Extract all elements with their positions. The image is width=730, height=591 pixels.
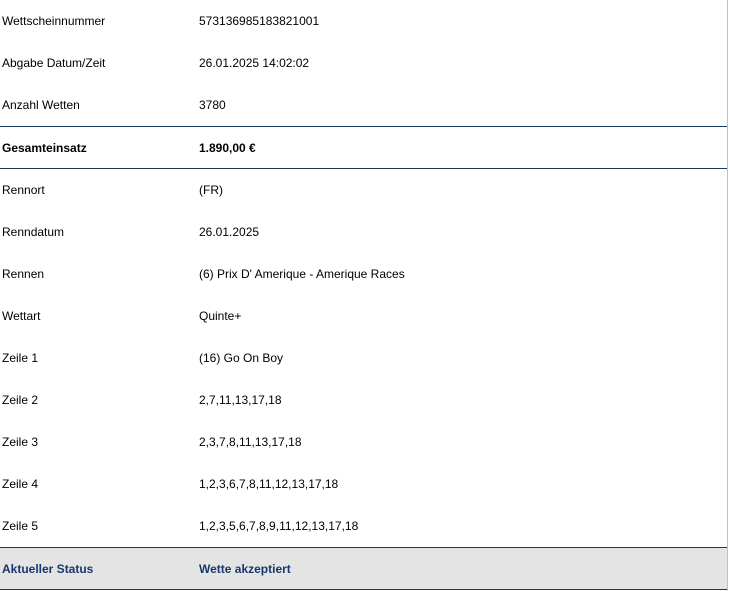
line-1-value: (16) Go On Boy [199, 351, 284, 365]
row-ticket-number: Wettscheinnummer 573136985183821001 [0, 0, 727, 42]
row-line-3: Zeile 3 2,3,7,8,11,13,17,18 [0, 421, 727, 463]
line-3-value: 2,3,7,8,11,13,17,18 [199, 435, 302, 449]
race-date-value: 26.01.2025 [199, 225, 260, 239]
row-total-stake: Gesamteinsatz 1.890,00 € [0, 126, 727, 169]
race-venue-label: Rennort [2, 183, 45, 197]
row-line-4: Zeile 4 1,2,3,6,7,8,11,12,13,17,18 [0, 463, 727, 505]
ticket-number-value: 573136985183821001 [199, 14, 320, 28]
bet-count-value: 3780 [199, 98, 226, 112]
row-race-date: Renndatum 26.01.2025 [0, 211, 727, 253]
row-current-status: Aktueller Status Wette akzeptiert [0, 547, 727, 590]
current-status-value: Wette akzeptiert [199, 561, 291, 576]
ticket-number-label: Wettscheinnummer [2, 14, 106, 28]
bet-type-value: Quinte+ [199, 309, 242, 323]
line-1-label: Zeile 1 [2, 351, 39, 365]
race-date-label: Renndatum [2, 225, 65, 239]
submission-datetime-label: Abgabe Datum/Zeit [2, 56, 106, 70]
bet-ticket-details: Wettscheinnummer 573136985183821001 Abga… [0, 0, 728, 591]
race-label: Rennen [2, 267, 45, 281]
total-stake-value: 1.890,00 € [199, 140, 256, 155]
row-line-1: Zeile 1 (16) Go On Boy [0, 337, 727, 379]
line-5-value: 1,2,3,5,6,7,8,9,11,12,13,17,18 [199, 519, 359, 533]
row-line-2: Zeile 2 2,7,11,13,17,18 [0, 379, 727, 421]
line-2-label: Zeile 2 [2, 393, 39, 407]
current-status-label: Aktueller Status [2, 561, 94, 576]
race-venue-value: (FR) [199, 183, 223, 197]
row-submission-datetime: Abgabe Datum/Zeit 26.01.2025 14:02:02 [0, 42, 727, 84]
row-bet-count: Anzahl Wetten 3780 [0, 84, 727, 126]
row-race: Rennen (6) Prix D' Amerique - Amerique R… [0, 253, 727, 295]
line-5-label: Zeile 5 [2, 519, 39, 533]
row-line-5: Zeile 5 1,2,3,5,6,7,8,9,11,12,13,17,18 [0, 505, 727, 547]
line-4-label: Zeile 4 [2, 477, 39, 491]
line-2-value: 2,7,11,13,17,18 [199, 393, 282, 407]
total-stake-label: Gesamteinsatz [2, 140, 87, 155]
line-3-label: Zeile 3 [2, 435, 39, 449]
bet-count-label: Anzahl Wetten [2, 98, 80, 112]
row-bet-type: Wettart Quinte+ [0, 295, 727, 337]
line-4-value: 1,2,3,6,7,8,11,12,13,17,18 [199, 477, 339, 491]
submission-datetime-value: 26.01.2025 14:02:02 [199, 56, 310, 70]
row-race-venue: Rennort (FR) [0, 169, 727, 211]
race-value: (6) Prix D' Amerique - Amerique Races [199, 267, 405, 281]
bet-type-label: Wettart [2, 309, 41, 323]
